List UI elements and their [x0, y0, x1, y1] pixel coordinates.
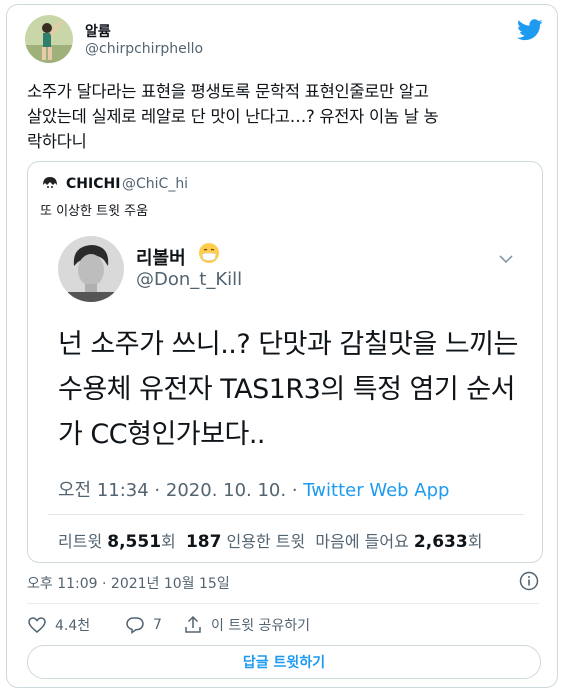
chevron-down-icon	[499, 255, 513, 264]
reply-count: 7	[153, 617, 162, 633]
share-label: 이 트윗 공유하기	[211, 618, 311, 634]
screenshot-handle: @Don_t_Kill	[136, 269, 243, 290]
quoted-tweet[interactable]: CHICHI @ChiC_hi 또 이상한 트윗 주움 리볼버 @Don_t_K…	[27, 161, 543, 563]
divider	[27, 603, 539, 604]
screenshot-divider	[48, 514, 524, 515]
screenshot-display-name: 리볼버	[136, 248, 186, 269]
attached-tweet-screenshot[interactable]: 리볼버 @Don_t_Kill 넌 소주가 쓰니..? 단맛과 감칠맛을 느끼는…	[48, 222, 524, 562]
share-action[interactable]: 이 트윗 공유하기	[183, 615, 310, 635]
screenshot-meta-time: 오전 11:34 · 2020. 10. 10. ·	[58, 480, 304, 501]
tweet-timestamp[interactable]: 오후 11:09 · 2021년 10월 15일	[27, 573, 230, 593]
screenshot-stats: 리트윗 8,551회 187 인용한 트윗 마음에 들어요 2,633회	[58, 528, 482, 552]
quoted-display-name: CHICHI	[66, 176, 121, 192]
tweet-card: 알륨 @chirpchirphello 소주가 달다라는 표현을 평생토록 문학…	[6, 4, 558, 688]
quoted-text: 또 이상한 트윗 주움	[40, 204, 149, 219]
retweets-unit: 회	[161, 532, 176, 551]
quotes-value: 187	[185, 532, 222, 552]
reply-bubble-icon	[126, 617, 144, 634]
user-avatar[interactable]	[25, 15, 73, 63]
quoted-handle: @ChiC_hi	[122, 176, 189, 192]
likes-unit: 회	[467, 532, 483, 551]
reply-tweet-button[interactable]: 답글 트윗하기	[27, 645, 541, 679]
screenshot-meta: 오전 11:34 · 2020. 10. 10. · Twitter Web A…	[58, 476, 449, 502]
like-action[interactable]: 4.4천	[27, 615, 90, 635]
twitter-bird-icon[interactable]	[517, 19, 543, 41]
retweets-label: 리트윗	[58, 532, 103, 551]
share-icon	[185, 615, 201, 633]
screenshot-avatar	[58, 236, 124, 302]
reply-action[interactable]: 7	[125, 615, 162, 635]
screenshot-body-text: 넌 소주가 쓰니..? 단맛과 감칠맛을 느끼는 수용체 유전자 TAS1R3의…	[58, 329, 518, 450]
like-count: 4.4천	[55, 618, 91, 634]
mask-face-emoji-icon	[199, 243, 219, 263]
likes-label: 마음에 들어요	[315, 532, 409, 551]
likes-value: 2,633	[413, 532, 468, 552]
screenshot-meta-source: Twitter Web App	[303, 480, 450, 501]
quotes-label: 인용한 트윗	[226, 532, 306, 551]
info-icon[interactable]	[519, 571, 539, 591]
user-handle[interactable]: @chirpchirphello	[85, 41, 203, 57]
retweets-value: 8,551	[107, 532, 162, 552]
quoted-user-avatar	[40, 174, 60, 194]
user-display-name[interactable]: 알륨	[85, 21, 111, 41]
tweet-text: 소주가 달다라는 표현을 평생토록 문학적 표현인줄로만 알고 살았는데 실제로…	[27, 82, 439, 151]
heart-icon	[28, 617, 46, 633]
